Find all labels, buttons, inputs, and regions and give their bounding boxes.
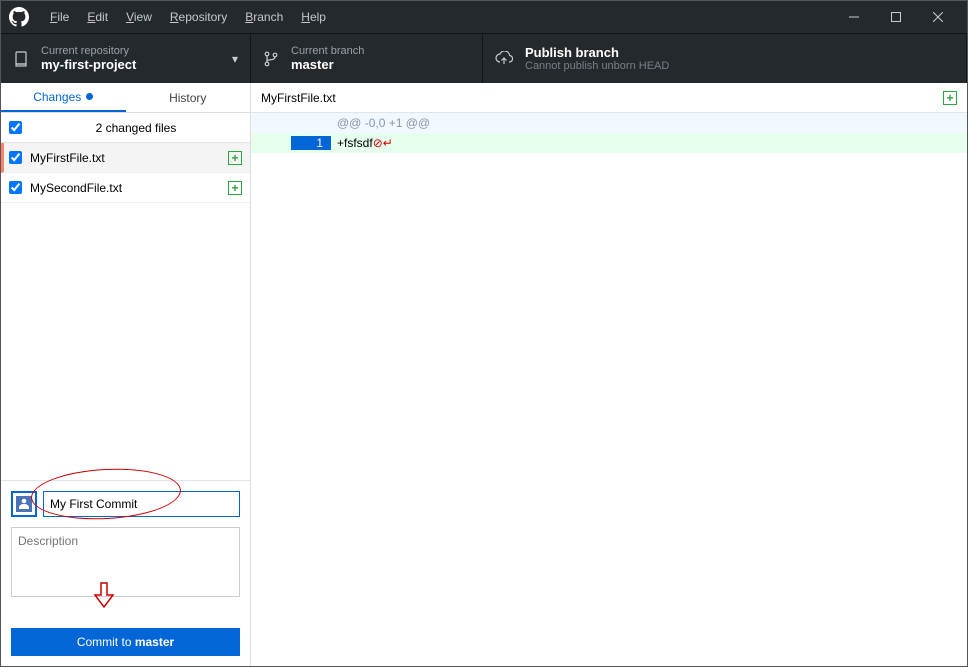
added-icon: + xyxy=(228,151,242,165)
publish-button[interactable]: Publish branch Cannot publish unborn HEA… xyxy=(483,34,967,83)
diff-hunk-header[interactable]: @@ -0,0 +1 @@ xyxy=(251,113,967,133)
branch-label: Current branch xyxy=(291,45,364,57)
window-maximize-icon[interactable] xyxy=(875,3,917,31)
no-newline-icon: ⊘ xyxy=(373,136,383,150)
added-icon: + xyxy=(943,91,957,105)
menu-help[interactable]: Help xyxy=(292,10,335,24)
branch-icon xyxy=(263,51,279,67)
menu-branch[interactable]: Branch xyxy=(236,10,292,24)
changed-files-count: 2 changed files xyxy=(30,121,242,135)
commit-summary-input[interactable] xyxy=(43,491,240,517)
repo-selector[interactable]: Current repository my-first-project ▾ xyxy=(1,34,251,83)
branch-value: master xyxy=(291,57,364,72)
file-row[interactable]: MyFirstFile.txt + xyxy=(1,143,250,173)
menu-file[interactable]: File xyxy=(41,10,78,24)
window-close-icon[interactable] xyxy=(917,3,959,31)
diff-line-added[interactable]: 1 +fsfsdf⊘↵ xyxy=(251,133,967,153)
avatar-icon xyxy=(11,491,37,517)
added-icon: + xyxy=(228,181,242,195)
commit-button[interactable]: Commit to master xyxy=(11,628,240,656)
tab-changes-label: Changes xyxy=(33,90,81,104)
diff-header: MyFirstFile.txt + xyxy=(251,83,967,113)
repo-label: Current repository xyxy=(41,45,136,57)
publish-label: Publish branch xyxy=(525,45,669,60)
menu-view[interactable]: View xyxy=(117,10,161,24)
file-list-header: 2 changed files xyxy=(1,113,250,143)
diff-filename: MyFirstFile.txt xyxy=(261,91,943,105)
file-name: MySecondFile.txt xyxy=(30,181,228,195)
cloud-upload-icon xyxy=(495,51,513,67)
file-checkbox[interactable] xyxy=(9,151,22,164)
repo-icon xyxy=(13,51,29,67)
diff-line-content: +fsfsdf⊘↵ xyxy=(331,136,967,150)
tab-history[interactable]: History xyxy=(126,83,251,112)
diff-body: @@ -0,0 +1 @@ 1 +fsfsdf⊘↵ xyxy=(251,113,967,153)
commit-area: Commit to master xyxy=(1,480,250,666)
github-logo-icon xyxy=(9,7,29,27)
carriage-return-icon: ↵ xyxy=(383,136,393,150)
commit-description-input[interactable] xyxy=(11,527,240,597)
diff-panel: MyFirstFile.txt + @@ -0,0 +1 @@ 1 +fsfsd… xyxy=(251,83,967,666)
commit-button-branch: master xyxy=(135,635,174,649)
hunk-text: @@ -0,0 +1 @@ xyxy=(331,116,967,130)
file-checkbox[interactable] xyxy=(9,181,22,194)
sidebar-tabs: Changes History xyxy=(1,83,250,113)
gutter-new: 1 xyxy=(291,136,331,150)
file-name: MyFirstFile.txt xyxy=(30,151,228,165)
sidebar: Changes History 2 changed files MyFirstF… xyxy=(1,83,251,666)
branch-selector[interactable]: Current branch master xyxy=(251,34,483,83)
window-minimize-icon[interactable] xyxy=(833,3,875,31)
menu-repository[interactable]: Repository xyxy=(161,10,236,24)
titlebar: File Edit View Repository Branch Help xyxy=(1,1,967,33)
tab-history-label: History xyxy=(169,91,206,105)
select-all-checkbox[interactable] xyxy=(9,121,22,134)
repo-value: my-first-project xyxy=(41,57,136,72)
changes-indicator-icon xyxy=(86,93,93,100)
menu-edit[interactable]: Edit xyxy=(78,10,117,24)
commit-button-prefix: Commit to xyxy=(77,635,135,649)
chevron-down-icon: ▾ xyxy=(232,52,238,66)
toolbar: Current repository my-first-project ▾ Cu… xyxy=(1,33,967,83)
tab-changes[interactable]: Changes xyxy=(1,83,126,112)
publish-subtext: Cannot publish unborn HEAD xyxy=(525,60,669,72)
file-row[interactable]: MySecondFile.txt + xyxy=(1,173,250,203)
